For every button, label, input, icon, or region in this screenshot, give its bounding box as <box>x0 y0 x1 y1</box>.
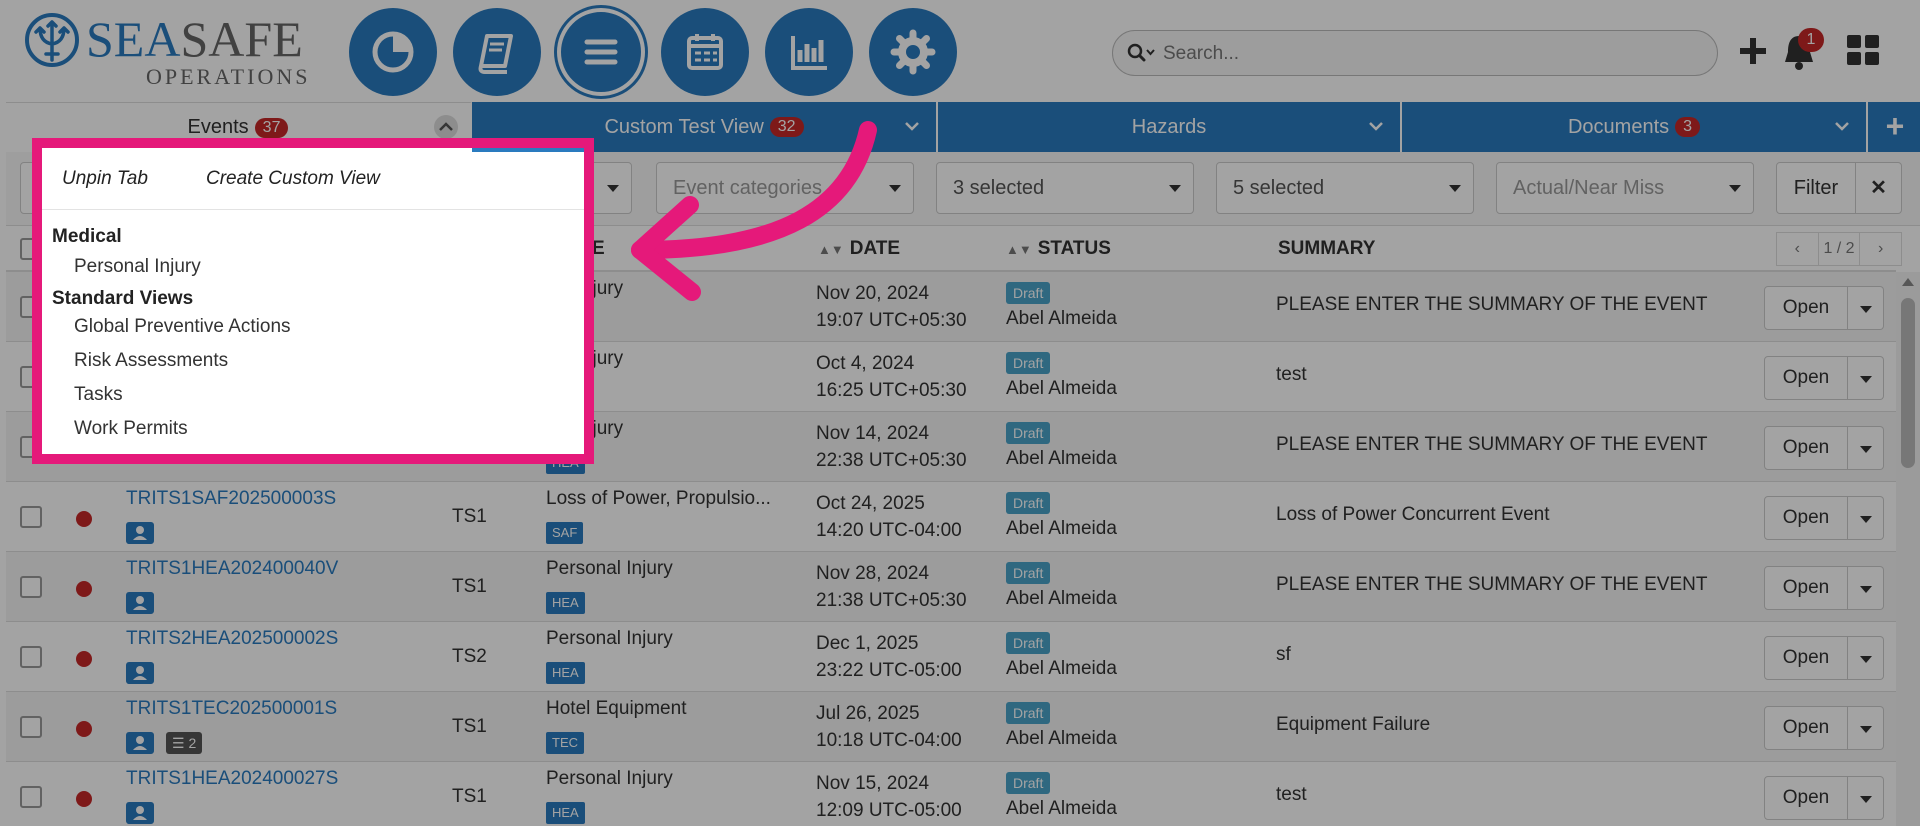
view-option-personal-injury[interactable]: Personal Injury <box>74 256 201 278</box>
group-heading-medical: Medical <box>52 226 122 247</box>
view-option-tasks[interactable]: Tasks <box>74 384 123 406</box>
dropdown-toolbar: Unpin Tab Create Custom View <box>42 148 584 210</box>
view-option-risk-assessments[interactable]: Risk Assessments <box>74 350 228 372</box>
group-heading-standard-views: Standard Views <box>52 288 194 309</box>
view-option-global-preventive-actions[interactable]: Global Preventive Actions <box>74 316 291 338</box>
tab-options-dropdown: Unpin Tab Create Custom View Medical Per… <box>32 138 594 464</box>
create-custom-view-option[interactable]: Create Custom View <box>206 168 380 190</box>
unpin-tab-option[interactable]: Unpin Tab <box>62 168 148 190</box>
view-option-work-permits[interactable]: Work Permits <box>74 418 188 440</box>
